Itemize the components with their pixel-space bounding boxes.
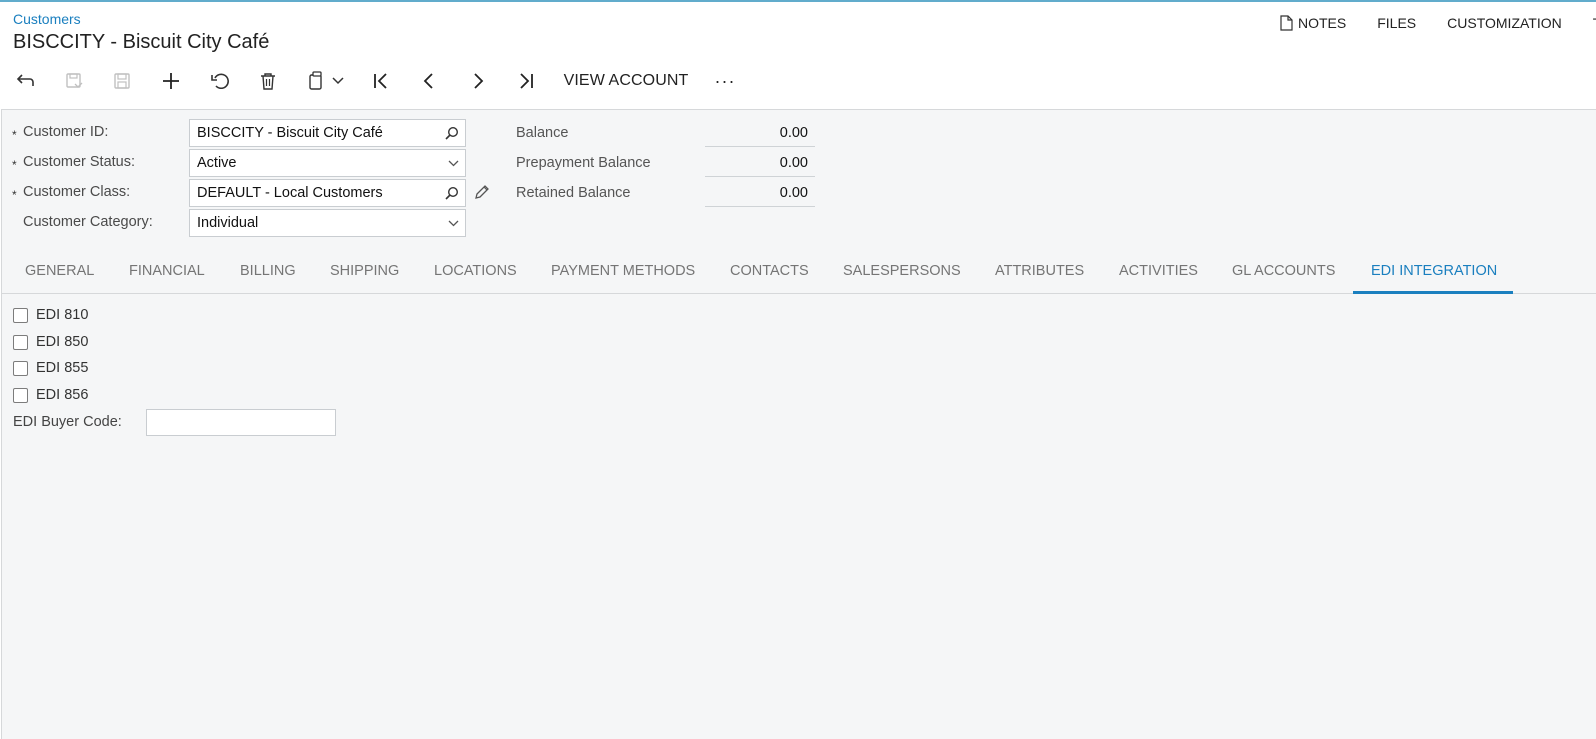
first-record-icon [374, 73, 387, 89]
tab-bar: GENERAL FINANCIAL BILLING SHIPPING LOCAT… [2, 258, 1596, 294]
tab-gl-accounts[interactable]: GL ACCOUNTS [1232, 258, 1335, 294]
last-record-icon [520, 73, 533, 89]
files-label: FILES [1377, 15, 1417, 31]
top-accent-rule [0, 0, 1596, 2]
required-marker: * [12, 128, 17, 142]
toolbar: VIEW ACCOUNT ··· [0, 64, 1596, 98]
tab-general[interactable]: GENERAL [25, 258, 94, 294]
back-button[interactable] [12, 64, 38, 98]
customer-category-label: Customer Category: [23, 214, 153, 230]
search-icon[interactable] [445, 186, 459, 200]
page-title: BISCCITY - Biscuit City Café [13, 31, 270, 53]
active-tab-indicator [1353, 291, 1513, 294]
prepayment-balance-label: Prepayment Balance [516, 155, 651, 171]
edi-856-row: EDI 856 [13, 387, 88, 403]
balance-value: 0.00 [705, 119, 815, 147]
more-icon: ··· [714, 70, 736, 91]
edi-810-row: EDI 810 [13, 307, 88, 323]
next-record-icon [474, 73, 484, 89]
edi-855-checkbox[interactable] [13, 360, 28, 376]
tab-attributes[interactable]: ATTRIBUTES [995, 258, 1084, 294]
cancel-icon [211, 73, 229, 89]
last-record-button[interactable] [513, 64, 539, 98]
files-button[interactable]: FILES [1377, 15, 1416, 31]
first-record-button[interactable] [368, 64, 394, 98]
edi-850-label: EDI 850 [36, 334, 89, 350]
save-button[interactable] [109, 64, 135, 98]
notes-label: NOTES [1298, 15, 1347, 31]
retained-balance-label: Retained Balance [516, 185, 631, 201]
edi-855-label: EDI 855 [36, 360, 89, 376]
retained-balance-value: 0.00 [705, 179, 815, 207]
breadcrumb[interactable]: Customers [13, 11, 81, 27]
required-marker: * [12, 188, 17, 202]
customer-class-field[interactable]: DEFAULT - Local Customers [189, 179, 466, 207]
save-close-icon [66, 73, 83, 88]
prepayment-balance-value: 0.00 [705, 149, 815, 177]
customer-category-select[interactable]: Individual [189, 209, 466, 237]
tab-shipping[interactable]: SHIPPING [330, 258, 399, 294]
tab-billing[interactable]: BILLING [240, 258, 296, 294]
balance-label: Balance [516, 125, 569, 141]
customization-button[interactable]: CUSTOMIZATION [1447, 15, 1562, 31]
tab-edi-integration[interactable]: EDI INTEGRATION [1371, 258, 1497, 294]
tab-payment-methods[interactable]: PAYMENT METHODS [551, 258, 695, 294]
tab-contacts[interactable]: CONTACTS [730, 258, 809, 294]
view-account-label: VIEW ACCOUNT [563, 72, 689, 89]
top-actions: NOTES FILES CUSTOMIZATION T [1280, 15, 1596, 31]
note-icon [1280, 15, 1293, 31]
customization-label: CUSTOMIZATION [1447, 15, 1562, 31]
next-record-button[interactable] [465, 64, 491, 98]
edi-850-row: EDI 850 [13, 334, 88, 350]
chevron-down-icon [448, 160, 459, 167]
customer-status-label: Customer Status: [23, 154, 136, 170]
tab-financial[interactable]: FINANCIAL [129, 258, 205, 294]
tab-activities[interactable]: ACTIVITIES [1119, 258, 1198, 294]
customer-status-value: Active [197, 155, 237, 171]
customer-id-value: BISCCITY - Biscuit City Café [197, 125, 383, 141]
chevron-down-icon [332, 77, 344, 85]
tab-salespersons[interactable]: SALESPERSONS [843, 258, 961, 294]
more-button[interactable]: ··· [709, 64, 741, 98]
edi-810-label: EDI 810 [36, 307, 89, 323]
undo-arrow-icon [16, 74, 34, 86]
customer-class-label: Customer Class: [23, 184, 131, 200]
prev-record-button[interactable] [416, 64, 442, 98]
add-button[interactable] [158, 64, 184, 98]
save-close-button[interactable] [61, 64, 87, 98]
edit-pencil-icon[interactable] [474, 184, 490, 200]
save-icon [114, 73, 130, 89]
edi-856-checkbox[interactable] [13, 387, 28, 403]
clipboard-icon [309, 71, 322, 90]
edi-855-row: EDI 855 [13, 360, 88, 376]
cancel-button[interactable] [207, 64, 233, 98]
edi-buyer-code-input[interactable] [146, 409, 336, 436]
edi-810-checkbox[interactable] [13, 307, 28, 323]
chevron-down-icon [448, 220, 459, 227]
required-marker: * [12, 158, 17, 172]
customer-id-label: Customer ID: [23, 124, 109, 140]
delete-button[interactable] [255, 64, 281, 98]
customer-id-field[interactable]: BISCCITY - Biscuit City Café [189, 119, 466, 147]
form-area: * Customer ID: BISCCITY - Biscuit City C… [1, 109, 1596, 739]
add-icon [163, 73, 179, 89]
delete-icon [261, 73, 275, 90]
view-account-button[interactable]: VIEW ACCOUNT [560, 64, 692, 98]
clipboard-menu-button[interactable] [304, 64, 348, 98]
tab-locations[interactable]: LOCATIONS [434, 258, 517, 294]
notes-button[interactable]: NOTES [1280, 15, 1346, 31]
customer-class-value: DEFAULT - Local Customers [197, 185, 383, 201]
edi-850-checkbox[interactable] [13, 334, 28, 350]
customer-category-value: Individual [197, 215, 259, 231]
customer-status-select[interactable]: Active [189, 149, 466, 177]
search-icon[interactable] [445, 126, 459, 140]
prev-record-icon [423, 73, 433, 89]
edi-856-label: EDI 856 [36, 387, 89, 403]
edi-buyer-code-label: EDI Buyer Code: [13, 414, 122, 430]
